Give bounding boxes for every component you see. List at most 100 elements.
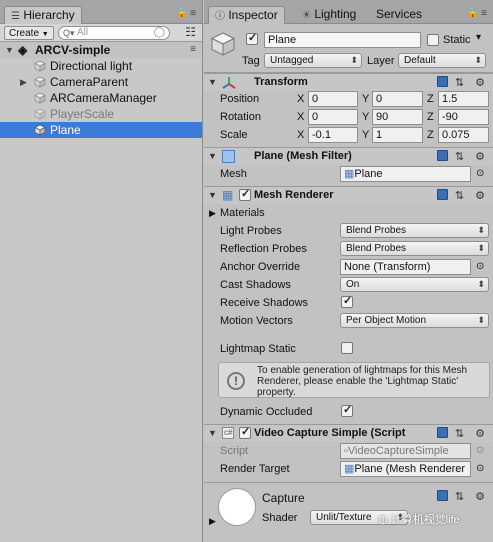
settings-gear-icon[interactable]: ⚙ — [475, 491, 489, 503]
render-target-field[interactable]: ▦Plane (Mesh Renderer — [340, 461, 471, 477]
preset-sliders-icon[interactable]: ⇅ — [455, 190, 468, 202]
panel-menu-icons[interactable]: 🔒≡ — [467, 8, 489, 19]
hierarchy-options-icon[interactable]: ☷ — [185, 25, 196, 39]
light-probes-dropdown[interactable]: Blend Probes — [340, 223, 489, 238]
transform-axes-icon — [222, 77, 236, 89]
panel-menu-icons[interactable]: 🔒≡ — [176, 8, 198, 19]
axis-z-label: Z — [427, 93, 434, 105]
scene-menu-icon[interactable]: ≡ — [190, 42, 196, 58]
motion-vectors-dropdown[interactable]: Per Object Motion — [340, 313, 489, 328]
video-capture-enabled-checkbox[interactable] — [239, 425, 251, 439]
transform-header[interactable]: ▼ Transform ⇅ ⚙ — [204, 73, 493, 91]
preset-sliders-icon[interactable]: ⇅ — [455, 428, 468, 440]
tab-services[interactable]: Services — [370, 6, 428, 24]
rotation-y-input[interactable]: 90 — [372, 109, 423, 125]
preset-sliders-icon[interactable]: ⇅ — [455, 151, 468, 163]
help-book-icon[interactable] — [436, 150, 448, 161]
object-picker-icon[interactable]: ⊙ — [476, 462, 484, 476]
static-dropdown-icon[interactable]: ▾ — [476, 31, 481, 45]
gameobject-cube-icon — [34, 124, 46, 136]
tab-inspector[interactable]: ⓘ Inspector — [208, 6, 285, 24]
collapse-arrow-icon[interactable]: ▼ — [208, 428, 217, 438]
mesh-filter-header[interactable]: ▼ Plane (Mesh Filter) ⇅ ⚙ — [204, 147, 493, 165]
hierarchy-item-plane[interactable]: Plane — [0, 122, 202, 138]
rotation-x-input[interactable]: 0 — [308, 109, 358, 125]
hierarchy-item-label: CameraParent — [50, 75, 129, 89]
mesh-renderer-title: Mesh Renderer — [254, 189, 334, 201]
settings-gear-icon[interactable]: ⚙ — [475, 428, 489, 440]
object-picker-icon[interactable]: ⊙ — [476, 167, 484, 181]
gameobject-cube-icon — [34, 108, 46, 120]
collapse-arrow-icon[interactable]: ▼ — [208, 190, 217, 200]
tab-hierarchy[interactable]: ☰ Hierarchy — [4, 6, 82, 24]
help-book-icon[interactable] — [436, 427, 448, 438]
reflection-probes-dropdown[interactable]: Blend Probes — [340, 241, 489, 256]
mesh-object-field[interactable]: ▦Plane — [340, 166, 471, 182]
position-x-input[interactable]: 0 — [308, 91, 358, 107]
render-target-value: Plane (Mesh Renderer — [354, 463, 466, 475]
expand-arrow-icon[interactable]: ▼ — [5, 42, 14, 58]
expand-arrow-icon[interactable]: ▶ — [209, 514, 216, 528]
help-box: ! To enable generation of lightmaps for … — [218, 362, 490, 398]
cast-shadows-dropdown[interactable]: On — [340, 277, 489, 292]
gameobject-cube-icon — [210, 32, 236, 56]
anchor-override-field[interactable]: None (Transform) — [340, 259, 471, 275]
hierarchy-item-directional-light[interactable]: Directional light — [0, 58, 202, 74]
scale-z-input[interactable]: 0.075 — [438, 127, 489, 143]
dynamic-occluded-checkbox[interactable] — [341, 403, 353, 417]
material-preview-sphere[interactable] — [218, 488, 256, 526]
tab-hierarchy-label: Hierarchy — [23, 8, 75, 22]
mesh-renderer-icon: ▦ — [344, 463, 355, 475]
collapse-arrow-icon[interactable]: ▼ — [208, 151, 217, 161]
create-button[interactable]: Create ▼ — [4, 26, 54, 40]
help-book-icon[interactable] — [436, 490, 448, 501]
materials-label[interactable]: Materials — [220, 206, 265, 220]
rotation-z-input[interactable]: -90 — [438, 109, 489, 125]
layer-dropdown[interactable]: Default — [398, 53, 486, 68]
video-capture-header[interactable]: ▼ c# Video Capture Simple (Script ⇅ ⚙ — [204, 424, 493, 442]
position-z-input[interactable]: 1.5 — [438, 91, 489, 107]
mesh-renderer-header[interactable]: ▼ ▦ Mesh Renderer ⇅ ⚙ — [204, 186, 493, 204]
lightmap-static-label: Lightmap Static — [220, 343, 296, 355]
watermark: ◍ 计算机视觉life — [378, 511, 460, 527]
tab-services-label: Services — [376, 7, 423, 21]
mesh-renderer-enabled-checkbox[interactable] — [239, 187, 251, 201]
tag-dropdown[interactable]: Untagged — [264, 53, 362, 68]
hierarchy-item-arcameramanager[interactable]: ARCameraManager — [0, 90, 202, 106]
expand-arrow-icon[interactable]: ▶ — [209, 206, 216, 220]
position-y-input[interactable]: 0 — [372, 91, 423, 107]
preset-sliders-icon[interactable]: ⇅ — [455, 77, 468, 89]
mesh-renderer-icon: ▦ — [222, 188, 234, 202]
active-checkbox[interactable] — [246, 31, 258, 45]
help-text: To enable generation of lightmaps for th… — [257, 365, 468, 398]
hierarchy-item-cameraparent[interactable]: ▶ CameraParent — [0, 74, 202, 90]
settings-gear-icon[interactable]: ⚙ — [475, 151, 489, 163]
settings-gear-icon[interactable]: ⚙ — [475, 77, 489, 89]
gameobject-cube-icon — [34, 76, 46, 88]
help-book-icon[interactable] — [436, 189, 448, 200]
collapse-arrow-icon[interactable]: ▼ — [208, 77, 217, 87]
scale-y-input[interactable]: 1 — [372, 127, 423, 143]
object-picker-icon[interactable]: ⊙ — [476, 260, 484, 274]
static-checkbox[interactable] — [427, 34, 439, 46]
tab-lighting[interactable]: ☀ Lighting — [296, 6, 362, 24]
lightmap-static-checkbox[interactable] — [341, 342, 353, 354]
hierarchy-item-label: PlayerScale — [50, 107, 115, 121]
rotation-label: Rotation — [220, 111, 261, 123]
clear-search-icon[interactable]: ◯ — [154, 27, 165, 39]
expand-arrow-icon[interactable]: ▶ — [20, 74, 27, 90]
hierarchy-item-label: Directional light — [50, 59, 133, 73]
preset-sliders-icon[interactable]: ⇅ — [455, 491, 468, 503]
search-input[interactable]: Q▾ All ◯ — [58, 26, 170, 40]
axis-z-label: Z — [427, 129, 434, 141]
receive-shadows-checkbox[interactable] — [341, 294, 353, 308]
wechat-logo-icon: ◍ — [378, 514, 388, 526]
object-name-input[interactable]: Plane — [264, 32, 421, 48]
settings-gear-icon[interactable]: ⚙ — [475, 190, 489, 202]
scale-x-input[interactable]: -0.1 — [308, 127, 358, 143]
scale-label: Scale — [220, 129, 248, 141]
help-book-icon[interactable] — [436, 76, 448, 87]
hierarchy-item-playerscale[interactable]: PlayerScale — [0, 106, 202, 122]
video-capture-title: Video Capture Simple (Script — [254, 427, 406, 439]
scene-row[interactable]: ▼ ◈ ARCV-simple ≡ — [0, 42, 202, 58]
